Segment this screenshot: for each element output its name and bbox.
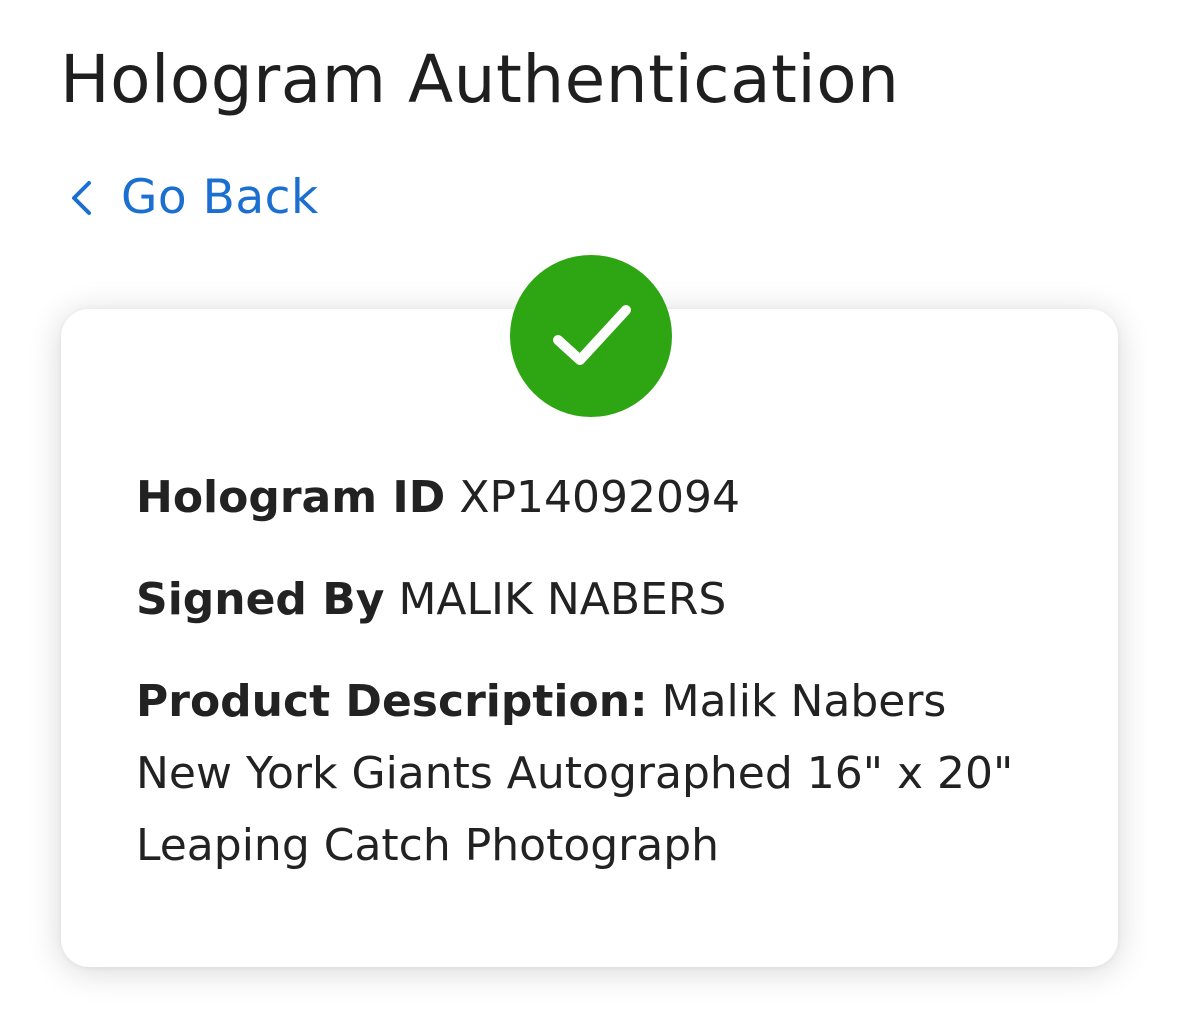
signed-by-value: MALIK NABERS	[398, 574, 727, 625]
go-back-link[interactable]: Go Back	[68, 170, 319, 226]
page-title: Hologram Authentication	[60, 41, 900, 118]
product-description-line-2: New York Giants Autographed 16" x 20"	[136, 748, 1014, 799]
signed-by-label: Signed By	[136, 574, 385, 625]
go-back-label: Go Back	[121, 170, 319, 225]
hologram-id-label: Hologram ID	[136, 472, 446, 523]
hologram-id-value: XP14092094	[459, 472, 740, 523]
page: Hologram Authentication Go Back Hologram…	[0, 0, 1179, 1026]
chevron-left-icon	[68, 170, 102, 226]
verified-badge	[510, 255, 672, 417]
product-description-row: Product Description: Malik Nabers New Yo…	[136, 666, 1036, 882]
product-description-label: Product Description:	[136, 676, 648, 727]
product-description-line-3: Leaping Catch Photograph	[136, 820, 720, 871]
hologram-id-row: Hologram ID XP14092094	[136, 462, 1036, 534]
checkmark-icon	[553, 305, 631, 365]
hologram-details: Hologram ID XP14092094 Signed By MALIK N…	[136, 462, 1036, 882]
product-description-line-1: Product Description: Malik Nabers	[136, 666, 1036, 738]
product-description-text: Malik Nabers	[661, 676, 947, 727]
signed-by-row: Signed By MALIK NABERS	[136, 564, 1036, 636]
